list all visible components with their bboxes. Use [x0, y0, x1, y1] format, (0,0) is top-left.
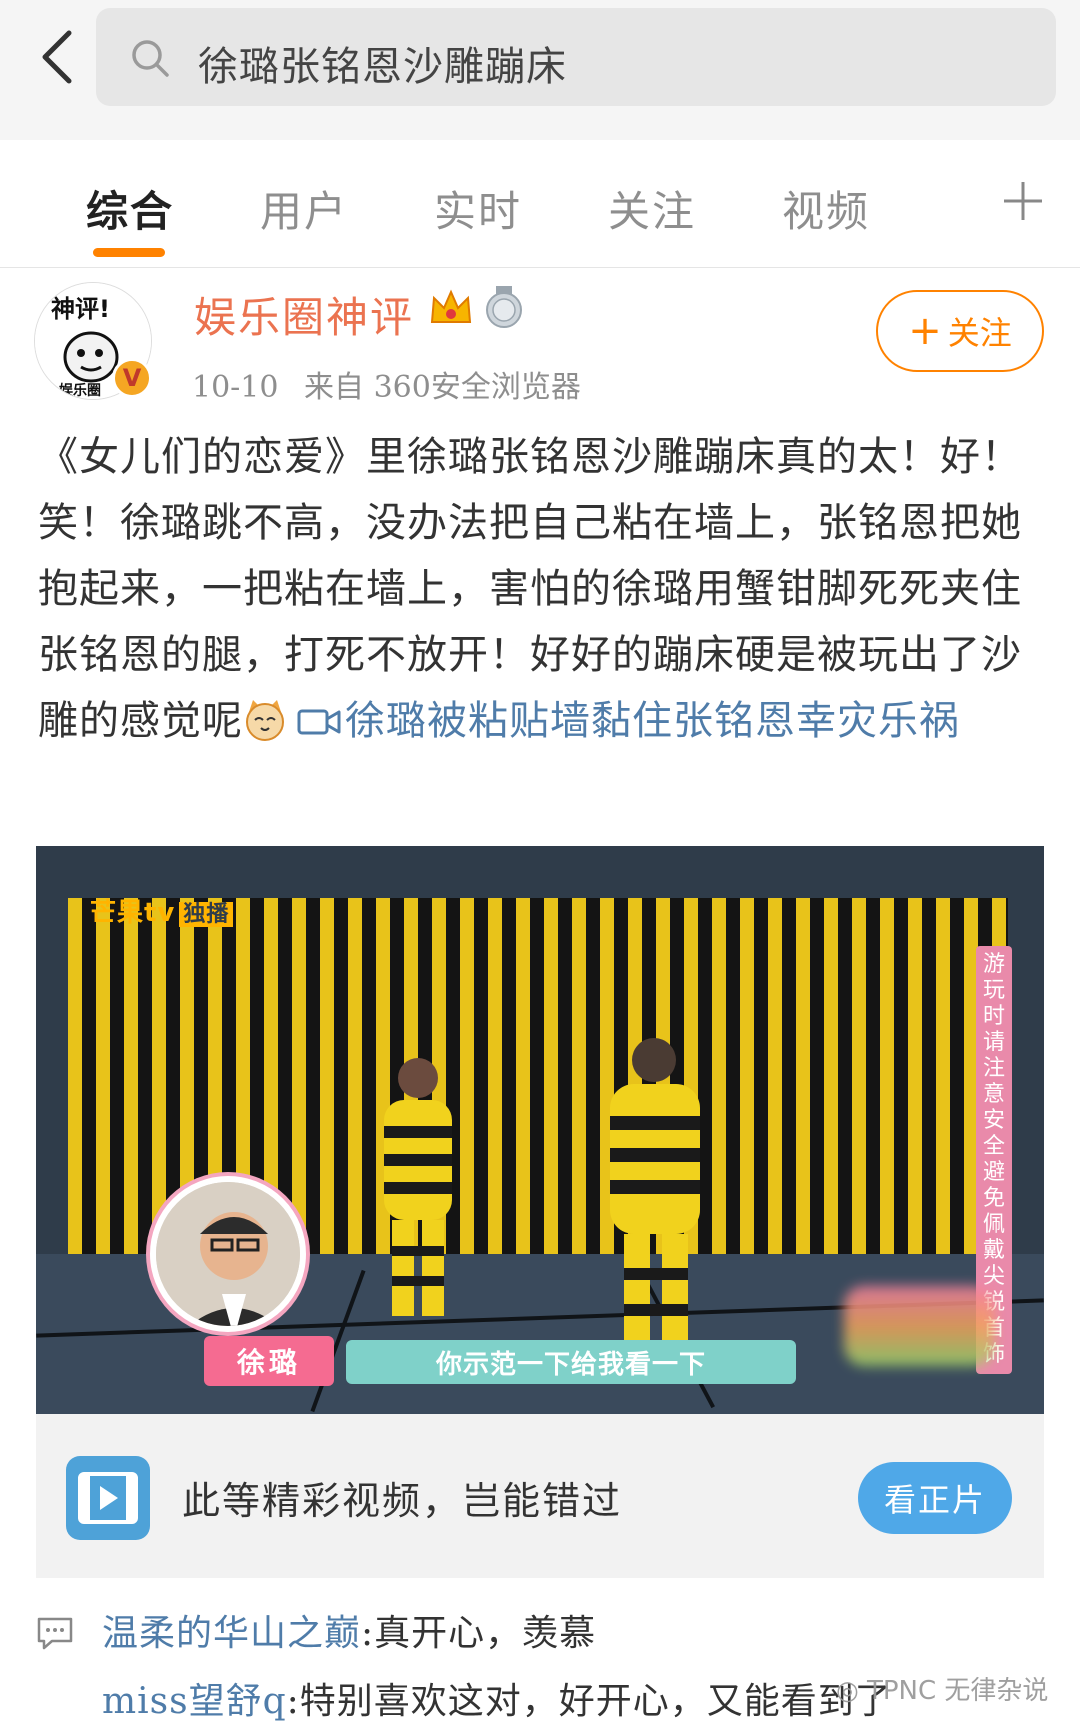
- post-date: 10-10: [192, 370, 279, 405]
- wechat-icon: ◎: [836, 1676, 859, 1706]
- channel-logo: 芒果tv 独播: [90, 892, 234, 929]
- person-figure: [610, 1038, 700, 1350]
- person-figure: [384, 1058, 452, 1316]
- promo-text: 此等精彩视频，岂能错过: [182, 1479, 623, 1523]
- watch-full-button[interactable]: 看正片: [858, 1462, 1012, 1534]
- comment-text: :真开心，羡慕: [361, 1613, 597, 1654]
- video-link[interactable]: 徐璐被粘贴墙黏住张铭恩幸灾乐祸: [345, 698, 960, 744]
- tab-users[interactable]: 用户: [260, 178, 348, 239]
- plus-icon[interactable]: [998, 176, 1048, 226]
- reaction-inset: [150, 1176, 306, 1332]
- tab-comprehensive[interactable]: 综合: [86, 178, 174, 239]
- verified-badge: V: [112, 358, 152, 398]
- comment-user[interactable]: 温柔的华山之巅: [102, 1613, 361, 1654]
- post-body: 《女儿们的恋爱》里徐璐张铭恩沙雕蹦床真的太！好！笑！徐璐跳不高，没办法把自己粘在…: [38, 424, 1048, 754]
- tab-following[interactable]: 关注: [608, 178, 696, 239]
- follow-label: 关注: [947, 314, 1012, 352]
- cat-emoji-icon: [246, 700, 284, 741]
- post-meta: 10-10 来自 360安全浏览器: [192, 362, 581, 406]
- search-box[interactable]: 徐璐张铭恩沙雕蹦床: [96, 8, 1056, 106]
- tab-realtime[interactable]: 实时: [434, 178, 522, 239]
- plus-icon: +: [908, 308, 942, 354]
- avatar-caption: 神评!: [51, 295, 110, 323]
- comment-user[interactable]: miss望舒q: [102, 1681, 287, 1722]
- video-icon: [66, 1456, 150, 1540]
- video-promo-bar: 此等精彩视频，岂能错过 看正片: [36, 1414, 1044, 1578]
- comment-item: 温柔的华山之巅:真开心，羡慕: [102, 1604, 596, 1656]
- name-tag: 徐璐: [204, 1336, 334, 1386]
- comment-icon[interactable]: [36, 1614, 74, 1652]
- chevron-left-icon: [42, 30, 72, 84]
- video-camera-icon: [297, 709, 341, 735]
- comment-item: miss望舒q:特别喜欢这对，好开心，又能看到了: [102, 1672, 892, 1724]
- comment-text: :特别喜欢这对，好开心，又能看到了: [286, 1681, 892, 1722]
- watermark: ◎ TPNC 无律杂说: [836, 1676, 1049, 1706]
- medal-icon: [486, 286, 522, 328]
- top-bar: 徐璐张铭恩沙雕蹦床: [0, 0, 1080, 140]
- search-query[interactable]: 徐璐张铭恩沙雕蹦床: [198, 34, 567, 92]
- active-tab-indicator: [93, 248, 165, 257]
- video-player[interactable]: 芒果tv独播 游玩时请注意安全避免佩戴尖锐首饰: [36, 846, 1044, 1414]
- tab-video[interactable]: 视频: [782, 178, 870, 239]
- crown-icon: [430, 289, 472, 323]
- search-icon: [132, 40, 169, 77]
- post-source: 来自 360安全浏览器: [304, 370, 581, 405]
- tab-bar: 综合 用户 实时 关注 视频: [0, 140, 1080, 268]
- blurred-sign: [844, 1286, 994, 1366]
- author-name[interactable]: 娱乐圈神评: [194, 284, 414, 345]
- video-subtitle: 你示范一下给我看一下: [346, 1340, 796, 1384]
- back-button[interactable]: [22, 22, 92, 92]
- follow-button[interactable]: + 关注: [876, 290, 1044, 372]
- avatar-subcaption: 娱乐圈: [59, 382, 101, 399]
